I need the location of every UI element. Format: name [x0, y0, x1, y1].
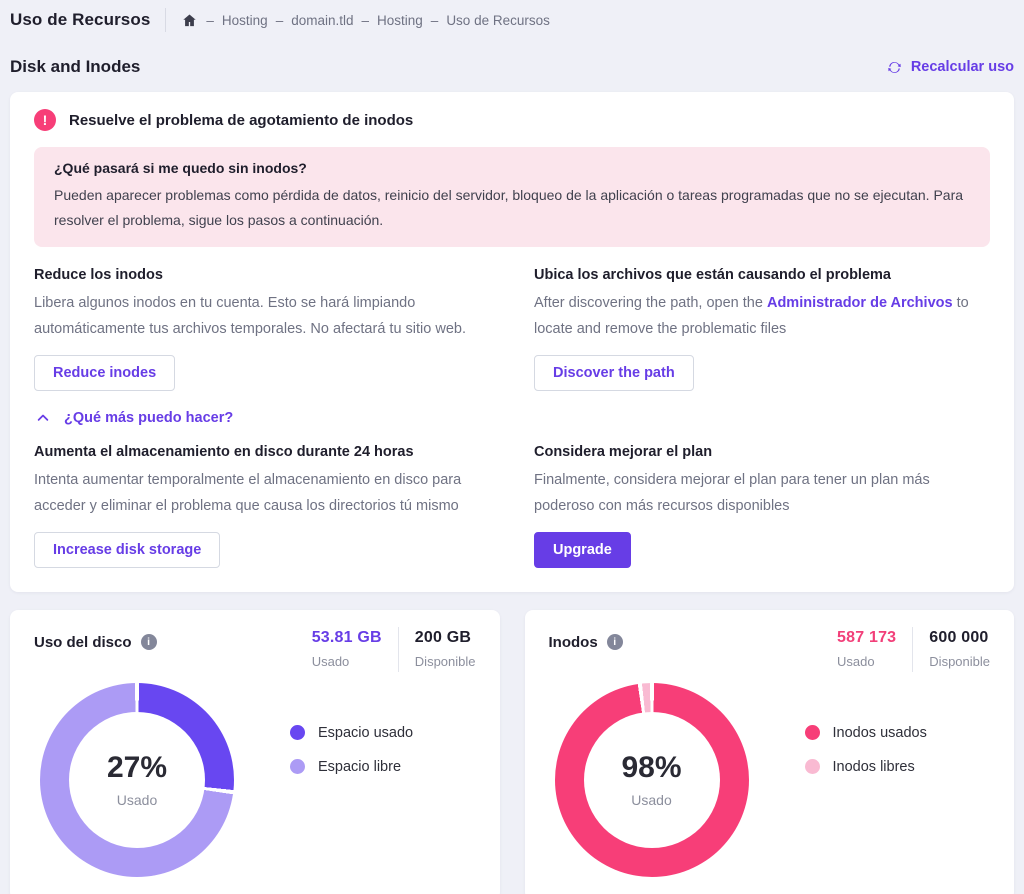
- inodes-card-title: Inodos: [549, 634, 598, 651]
- alert-title: Resuelve el problema de agotamiento de i…: [69, 112, 413, 129]
- disk-stats: 53.81 GB Usado 200 GB Disponible: [312, 627, 476, 672]
- step-body: Intenta aumentar temporalmente el almace…: [34, 468, 490, 520]
- inode-warning-card: ! Resuelve el problema de agotamiento de…: [10, 92, 1014, 592]
- resource-usage-page: Uso de Recursos – Hosting – domain.tld –…: [0, 0, 1024, 894]
- inodes-available-value: 600 000: [929, 629, 990, 647]
- stat-divider: [398, 627, 399, 672]
- step-title: Ubica los archivos que están causando el…: [534, 267, 990, 283]
- disk-card-header: Uso del disco i 53.81 GB Usado 200 GB Di…: [34, 627, 476, 672]
- legend-dot: [805, 759, 820, 774]
- disk-percent-label: Usado: [117, 792, 157, 808]
- disk-legend: Espacio usado Espacio libre: [290, 725, 413, 877]
- step-body: Finalmente, considera mejorar el plan pa…: [534, 468, 990, 520]
- inodes-percent-label: Usado: [631, 792, 671, 808]
- inodes-available-label: Disponible: [929, 654, 990, 669]
- info-icon[interactable]: i: [141, 634, 157, 650]
- inodes-usage-card: Inodos i 587 173 Usado 600 000 Disponibl…: [525, 610, 1015, 894]
- disk-used-value: 53.81 GB: [312, 629, 382, 647]
- breadcrumb-separator: –: [431, 13, 439, 28]
- inodes-donut-center: 98% Usado: [584, 712, 720, 848]
- section-header: Disk and Inodes Recalcular uso: [10, 57, 1014, 77]
- upgrade-button[interactable]: Upgrade: [534, 532, 631, 568]
- steps-row-2: Aumenta el almacenamiento en disco duran…: [34, 444, 990, 568]
- alert-exclamation-icon: !: [34, 109, 56, 131]
- breadcrumb-separator: –: [276, 13, 284, 28]
- legend-label: Inodos libres: [833, 759, 915, 775]
- legend-dot: [290, 759, 305, 774]
- disk-donut-area: 27% Usado Espacio usado Espacio libre: [34, 683, 476, 877]
- breadcrumb-item-hosting[interactable]: Hosting: [222, 13, 268, 28]
- reduce-inodes-button[interactable]: Reduce inodes: [34, 355, 175, 391]
- legend-item: Espacio libre: [290, 759, 413, 775]
- topbar-divider: [165, 8, 166, 32]
- info-icon[interactable]: i: [607, 634, 623, 650]
- legend-item: Inodos libres: [805, 759, 927, 775]
- usage-cards-row: Uso del disco i 53.81 GB Usado 200 GB Di…: [10, 610, 1014, 894]
- legend-dot: [290, 725, 305, 740]
- step-increase-storage: Aumenta el almacenamiento en disco duran…: [34, 444, 490, 568]
- inodes-legend: Inodos usados Inodos libres: [805, 725, 927, 877]
- recalculate-usage-label: Recalcular uso: [911, 59, 1014, 75]
- step-title: Aumenta el almacenamiento en disco duran…: [34, 444, 490, 460]
- step-reduce-inodes: Reduce los inodos Libera algunos inodos …: [34, 267, 490, 391]
- disk-available-stat: 200 GB Disponible: [415, 629, 476, 669]
- increase-disk-storage-button[interactable]: Increase disk storage: [34, 532, 220, 568]
- breadcrumb: – Hosting – domain.tld – Hosting – Uso d…: [182, 13, 549, 28]
- legend-label: Espacio usado: [318, 725, 413, 741]
- what-else-collapse-toggle[interactable]: ¿Qué más puedo hacer?: [36, 410, 990, 426]
- danger-box-body: Pueden aparecer problemas como pérdida d…: [54, 183, 970, 233]
- inodes-donut-area: 98% Usado Inodos usados Inodos libres: [549, 683, 991, 877]
- inodes-available-stat: 600 000 Disponible: [929, 629, 990, 669]
- legend-item: Inodos usados: [805, 725, 927, 741]
- chevron-up-icon: [36, 411, 50, 425]
- recalculate-usage-button[interactable]: Recalcular uso: [887, 59, 1014, 75]
- refresh-icon: [887, 60, 902, 75]
- breadcrumb-item-resource-usage[interactable]: Uso de Recursos: [446, 13, 550, 28]
- disk-available-label: Disponible: [415, 654, 476, 669]
- discover-path-button[interactable]: Discover the path: [534, 355, 694, 391]
- step-title: Reduce los inodos: [34, 267, 490, 283]
- inodes-donut-chart: 98% Usado: [555, 683, 749, 877]
- disk-donut-center: 27% Usado: [69, 712, 205, 848]
- steps-row-1: Reduce los inodos Libera algunos inodos …: [34, 267, 990, 391]
- legend-dot: [805, 725, 820, 740]
- topbar: Uso de Recursos – Hosting – domain.tld –…: [10, 0, 1014, 36]
- inodes-percent-value: 98%: [621, 751, 681, 785]
- step-body: Libera algunos inodos en tu cuenta. Esto…: [34, 291, 490, 343]
- disk-used-label: Usado: [312, 654, 382, 669]
- inodes-used-value: 587 173: [837, 629, 896, 647]
- inodes-used-label: Usado: [837, 654, 896, 669]
- collapse-label: ¿Qué más puedo hacer?: [64, 410, 233, 426]
- step-body: After discovering the path, open the Adm…: [534, 291, 990, 343]
- disk-available-value: 200 GB: [415, 629, 476, 647]
- disk-percent-value: 27%: [107, 751, 167, 785]
- inodes-used-stat: 587 173 Usado: [837, 629, 896, 669]
- step-body-text: After discovering the path, open the: [534, 295, 767, 311]
- breadcrumb-item-domain[interactable]: domain.tld: [291, 13, 353, 28]
- disk-usage-card: Uso del disco i 53.81 GB Usado 200 GB Di…: [10, 610, 500, 894]
- disk-used-stat: 53.81 GB Usado: [312, 629, 382, 669]
- breadcrumb-separator: –: [206, 13, 214, 28]
- step-upgrade-plan: Considera mejorar el plan Finalmente, co…: [534, 444, 990, 568]
- stat-divider: [912, 627, 913, 672]
- page-title: Uso de Recursos: [10, 10, 150, 30]
- home-icon[interactable]: [182, 13, 197, 28]
- inodes-card-header: Inodos i 587 173 Usado 600 000 Disponibl…: [549, 627, 991, 672]
- danger-info-box: ¿Qué pasará si me quedo sin inodos? Pued…: [34, 147, 990, 247]
- danger-box-title: ¿Qué pasará si me quedo sin inodos?: [54, 160, 970, 176]
- breadcrumb-item-hosting-2[interactable]: Hosting: [377, 13, 423, 28]
- legend-item: Espacio usado: [290, 725, 413, 741]
- section-title: Disk and Inodes: [10, 57, 140, 77]
- legend-label: Inodos usados: [833, 725, 927, 741]
- breadcrumb-separator: –: [362, 13, 370, 28]
- disk-card-title: Uso del disco: [34, 634, 132, 651]
- step-title: Considera mejorar el plan: [534, 444, 990, 460]
- file-manager-link[interactable]: Administrador de Archivos: [767, 295, 953, 311]
- disk-donut-chart: 27% Usado: [40, 683, 234, 877]
- legend-label: Espacio libre: [318, 759, 401, 775]
- step-locate-files: Ubica los archivos que están causando el…: [534, 267, 990, 391]
- inodes-stats: 587 173 Usado 600 000 Disponible: [837, 627, 990, 672]
- alert-header: ! Resuelve el problema de agotamiento de…: [34, 109, 990, 131]
